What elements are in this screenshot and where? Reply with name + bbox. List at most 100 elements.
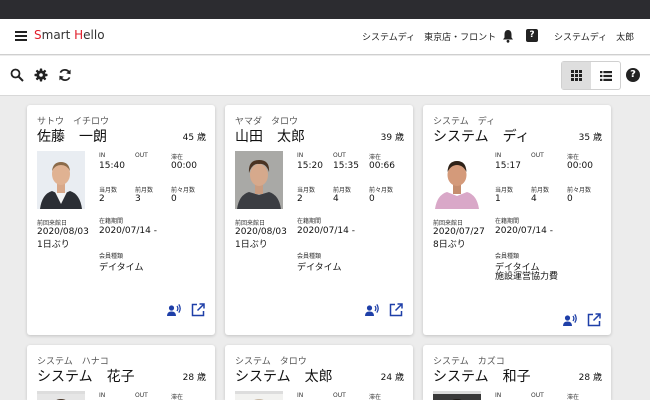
member-card[interactable]: システム ディ システム ディ 35 歳 IN OUT 滞在 15:17 00:… bbox=[423, 105, 611, 335]
member-photo bbox=[433, 391, 481, 400]
month-before-label: 前々月数 bbox=[567, 187, 592, 194]
last-visit-ago: 1日ぶり bbox=[235, 240, 268, 250]
member-name: システム 花子 bbox=[37, 369, 135, 385]
member-name: 佐藤 一朗 bbox=[37, 129, 107, 145]
member-type-label: 会員種類 bbox=[297, 253, 322, 260]
this-month-count: 2 bbox=[99, 194, 105, 204]
enrollment-period: 2020/07/14 - bbox=[297, 226, 355, 236]
member-type-label: 会員種類 bbox=[99, 253, 124, 260]
stay-label: 滞在 bbox=[171, 394, 184, 400]
enrollment-period: 2020/07/14 - bbox=[495, 226, 553, 236]
last-visit-date: 2020/07/27 bbox=[433, 227, 485, 237]
member-card[interactable]: システム カズコ システム 和子 28 歳 IN OUT 滞在 bbox=[423, 345, 611, 400]
member-age: 28 歳 bbox=[578, 373, 602, 383]
grid-view-button[interactable] bbox=[562, 62, 591, 89]
last-visit-label: 前回来館日 bbox=[235, 220, 266, 227]
member-photo bbox=[235, 151, 283, 209]
member-card[interactable]: システム タロウ システム 太郎 24 歳 IN OUT 滞在 bbox=[225, 345, 413, 400]
month-before-count: 0 bbox=[369, 194, 375, 204]
last-visit-ago: 8日ぶり bbox=[433, 240, 466, 250]
settings-gear-icon[interactable] bbox=[34, 68, 48, 82]
search-icon[interactable] bbox=[10, 68, 24, 82]
voice-call-icon[interactable] bbox=[167, 303, 181, 317]
in-label: IN bbox=[495, 152, 502, 159]
stay-label: 滞在 bbox=[567, 154, 580, 161]
enrollment-label: 在籍期間 bbox=[297, 218, 322, 225]
window-top-strip bbox=[0, 0, 650, 19]
refresh-icon[interactable] bbox=[58, 68, 72, 82]
last-month-label: 前月数 bbox=[531, 187, 550, 194]
month-before-count: 0 bbox=[567, 194, 573, 204]
this-month-label: 当月数 bbox=[297, 187, 316, 194]
member-photo bbox=[433, 151, 481, 209]
member-card[interactable]: ヤマダ タロウ 山田 太郎 39 歳 IN OUT 滞在 15:20 15:35… bbox=[225, 105, 413, 335]
stay-label: 滞在 bbox=[369, 394, 382, 400]
in-label: IN bbox=[495, 392, 502, 399]
stay-label: 滞在 bbox=[171, 154, 184, 161]
out-label: OUT bbox=[333, 152, 346, 159]
last-visit-label: 前回来館日 bbox=[433, 220, 464, 227]
member-name: システム 太郎 bbox=[235, 369, 333, 385]
in-label: IN bbox=[297, 152, 304, 159]
member-card[interactable]: システム ハナコ システム 花子 28 歳 IN OUT 滞在 bbox=[27, 345, 215, 400]
month-before-label: 前々月数 bbox=[171, 187, 196, 194]
out-time: 15:35 bbox=[333, 161, 359, 171]
out-label: OUT bbox=[531, 392, 544, 399]
out-label: OUT bbox=[333, 392, 346, 399]
open-in-new-icon[interactable] bbox=[587, 313, 601, 327]
month-before-label: 前々月数 bbox=[369, 187, 394, 194]
view-toggle-group bbox=[561, 61, 621, 90]
last-visit-ago: 1日ぶり bbox=[37, 240, 70, 250]
out-label: OUT bbox=[135, 392, 148, 399]
member-type-label: 会員種類 bbox=[495, 253, 520, 260]
stay-label: 滞在 bbox=[567, 394, 580, 400]
stay-time: 00:00 bbox=[171, 161, 197, 171]
user-organization: システムディ 東京店・フロント bbox=[362, 33, 497, 43]
member-type-value: デイタイム bbox=[297, 263, 342, 273]
member-card[interactable]: サトウ イチロウ 佐藤 一朗 45 歳 IN OUT 滞在 15:40 00:0… bbox=[27, 105, 215, 335]
in-label: IN bbox=[297, 392, 304, 399]
stay-label: 滞在 bbox=[369, 154, 382, 161]
help-circle-icon[interactable]: ? bbox=[626, 68, 640, 82]
stay-time: 00:00 bbox=[567, 161, 593, 171]
month-before-count: 0 bbox=[171, 194, 177, 204]
out-label: OUT bbox=[135, 152, 148, 159]
member-name: システム ディ bbox=[433, 129, 530, 145]
enrollment-label: 在籍期間 bbox=[495, 218, 520, 225]
app-logo[interactable]: Smart Hello bbox=[34, 28, 105, 42]
member-age: 45 歳 bbox=[182, 133, 206, 143]
this-month-label: 当月数 bbox=[99, 187, 118, 194]
open-in-new-icon[interactable] bbox=[191, 303, 205, 317]
help-square-icon[interactable]: ? bbox=[526, 29, 538, 42]
menu-icon[interactable] bbox=[15, 31, 27, 41]
this-month-count: 2 bbox=[297, 194, 303, 204]
in-label: IN bbox=[99, 152, 106, 159]
in-time: 15:20 bbox=[297, 161, 323, 171]
this-month-count: 1 bbox=[495, 194, 501, 204]
enrollment-label: 在籍期間 bbox=[99, 218, 124, 225]
last-month-label: 前月数 bbox=[333, 187, 352, 194]
list-view-icon bbox=[599, 70, 612, 81]
in-label: IN bbox=[99, 392, 106, 399]
user-name[interactable]: システムディ 太郎 bbox=[554, 30, 634, 43]
open-in-new-icon[interactable] bbox=[389, 303, 403, 317]
notification-bell-icon[interactable] bbox=[502, 29, 514, 43]
stay-time: 00:66 bbox=[369, 161, 395, 171]
last-month-label: 前月数 bbox=[135, 187, 154, 194]
enrollment-period: 2020/07/14 - bbox=[99, 226, 157, 236]
member-name: 山田 太郎 bbox=[235, 129, 305, 145]
app-header: Smart Hello システムディ 東京店・フロント ? システムディ 太郎 bbox=[0, 19, 650, 55]
member-photo bbox=[37, 391, 85, 400]
member-age: 35 歳 bbox=[578, 133, 602, 143]
last-month-count: 3 bbox=[135, 194, 141, 204]
member-age: 28 歳 bbox=[182, 373, 206, 383]
out-label: OUT bbox=[531, 152, 544, 159]
member-type-value: デイタイム bbox=[99, 263, 144, 273]
voice-call-icon[interactable] bbox=[365, 303, 379, 317]
last-month-count: 4 bbox=[531, 194, 537, 204]
member-photo bbox=[235, 391, 283, 400]
list-view-button[interactable] bbox=[591, 62, 620, 89]
voice-call-icon[interactable] bbox=[563, 313, 577, 327]
in-time: 15:40 bbox=[99, 161, 125, 171]
this-month-label: 当月数 bbox=[495, 187, 514, 194]
